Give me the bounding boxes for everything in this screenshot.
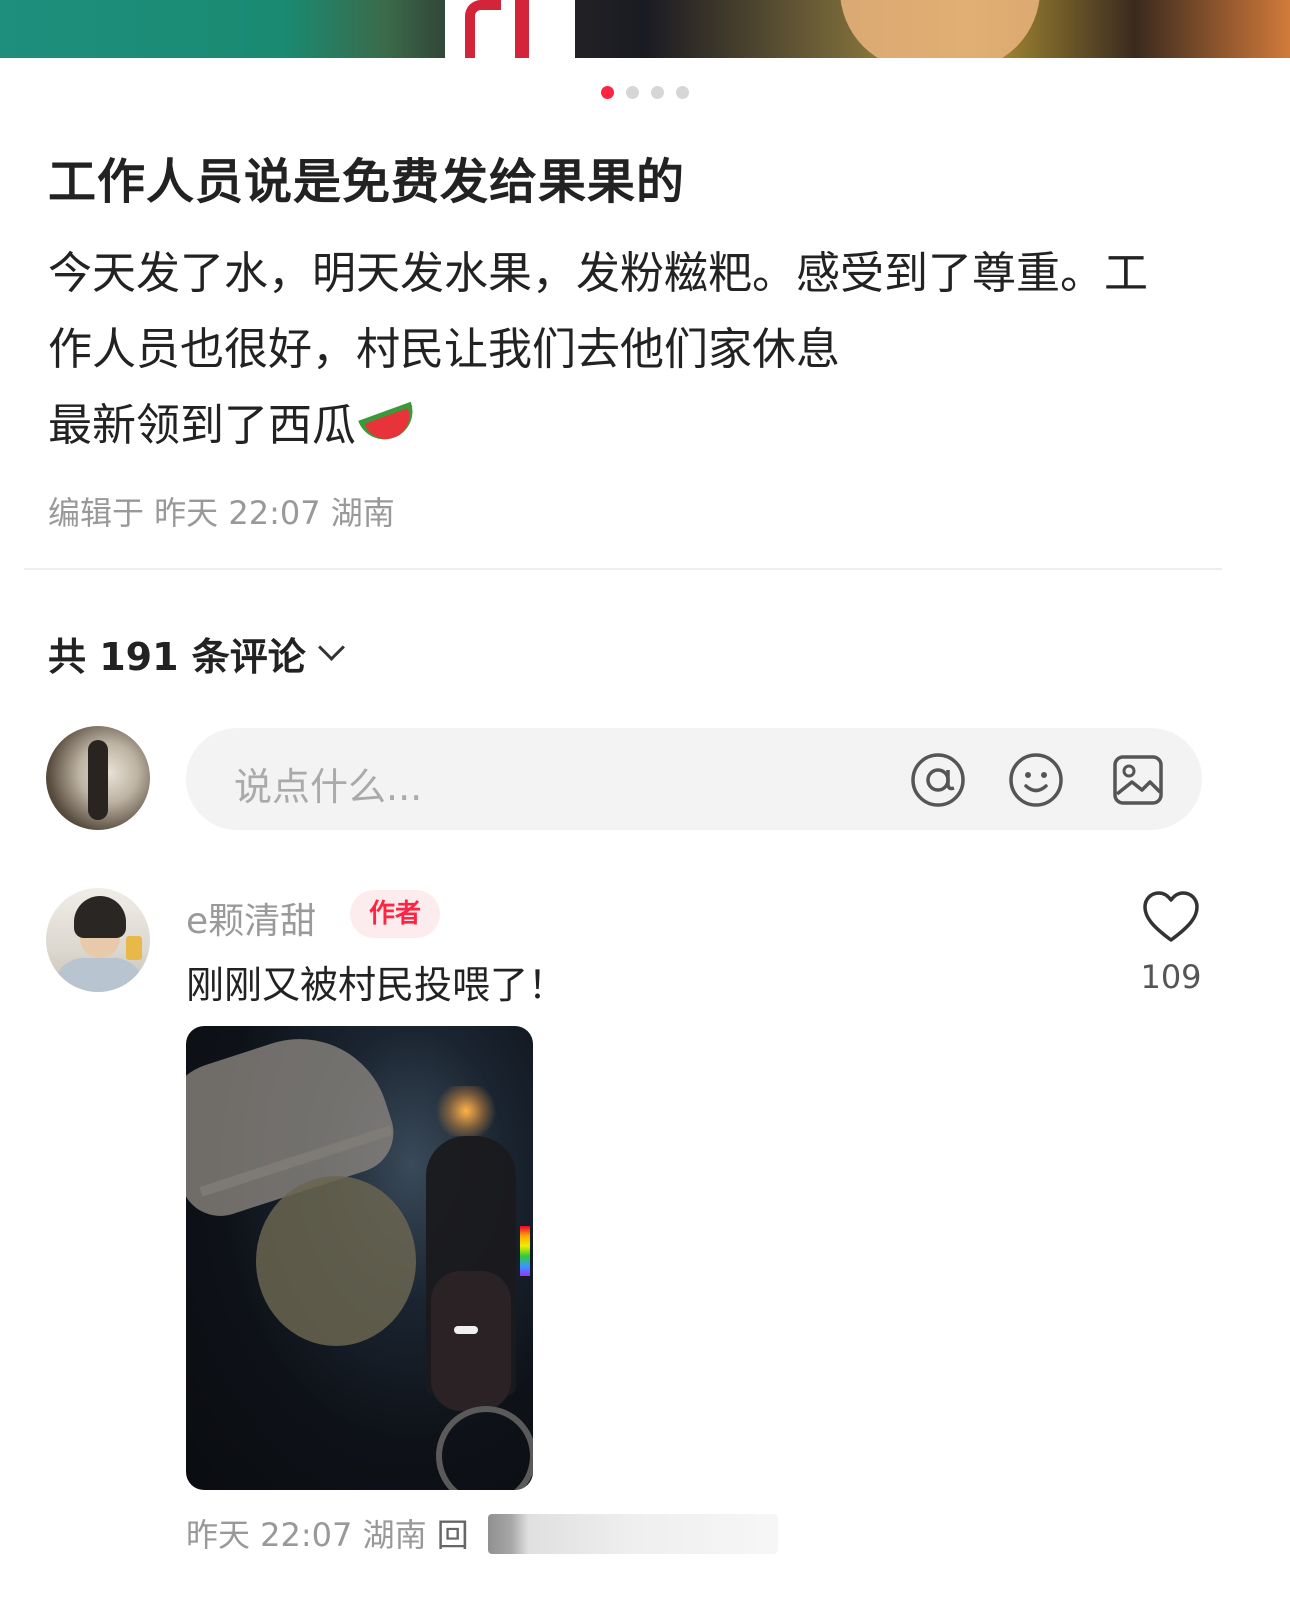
comment-photo[interactable] [186, 1026, 533, 1490]
avatar-shirt [54, 958, 144, 992]
comment-time-location: 昨天 22:07 湖南 [186, 1516, 427, 1554]
post-image-carousel[interactable] [0, 0, 1290, 58]
watermark [488, 1514, 778, 1554]
watermelon-icon [362, 400, 422, 446]
post-body-line-3: 最新领到了西瓜 [48, 388, 1248, 464]
jersey-number-stroke-2 [515, 0, 529, 58]
like-count: 109 [1140, 958, 1202, 996]
post-edited-time: 编辑于 昨天 22:07 湖南 [48, 494, 395, 532]
photo-seat [431, 1271, 511, 1411]
carousel-dot-1[interactable] [601, 86, 614, 99]
comment-text[interactable]: 刚刚又被村民投喂了！ [186, 954, 566, 1009]
chevron-down-icon [317, 634, 345, 661]
carousel-indicator [0, 86, 1290, 99]
comment-author-name[interactable]: e颗清甜 [186, 892, 316, 944]
post-body-line-3-text: 最新领到了西瓜 [48, 400, 356, 451]
image-icon[interactable] [1110, 752, 1166, 808]
carousel-dot-2[interactable] [626, 86, 639, 99]
divider [24, 568, 1222, 570]
comment-count-label: 共 191 条评论 [48, 635, 306, 679]
avatar-hair [74, 896, 126, 938]
current-user-avatar[interactable] [46, 726, 150, 830]
jersey-number-stroke [465, 0, 501, 58]
heart-icon[interactable] [1142, 890, 1200, 944]
carousel-dot-4[interactable] [676, 86, 689, 99]
photo-mark [454, 1326, 478, 1334]
comment-input-placeholder: 说点什么... [234, 765, 423, 809]
photo-rainbow [520, 1226, 530, 1276]
at-icon[interactable] [910, 752, 966, 808]
comment-meta: 昨天 22:07 湖南 回 [186, 1510, 469, 1556]
post-body: 今天发了水，明天发水果，发粉糍粑。感受到了尊重。工 作人员也很好，村民让我们去他… [48, 236, 1248, 464]
image-jersey [445, 0, 575, 58]
post-body-line-2: 作人员也很好，村民让我们去他们家休息 [48, 324, 840, 375]
comment-author-avatar[interactable] [46, 888, 150, 992]
carousel-dot-3[interactable] [651, 86, 664, 99]
comment-input[interactable]: 说点什么... [186, 728, 1202, 830]
photo-lights [431, 1086, 501, 1136]
post-body-line-1: 今天发了水，明天发水果，发粉糍粑。感受到了尊重。工 [48, 248, 1148, 299]
avatar-figure [88, 740, 108, 820]
post-title: 工作人员说是免费发给果果的 [48, 154, 686, 210]
image-skin [840, 0, 1040, 58]
avatar-cup [126, 936, 142, 960]
photo-fan [436, 1406, 533, 1490]
author-badge: 作者 [350, 890, 440, 938]
reply-button[interactable]: 回 [437, 1516, 469, 1554]
photo-bag [256, 1176, 416, 1346]
emoji-icon[interactable] [1008, 752, 1064, 808]
comment-count-toggle[interactable]: 共 191 条评论 [48, 626, 345, 681]
